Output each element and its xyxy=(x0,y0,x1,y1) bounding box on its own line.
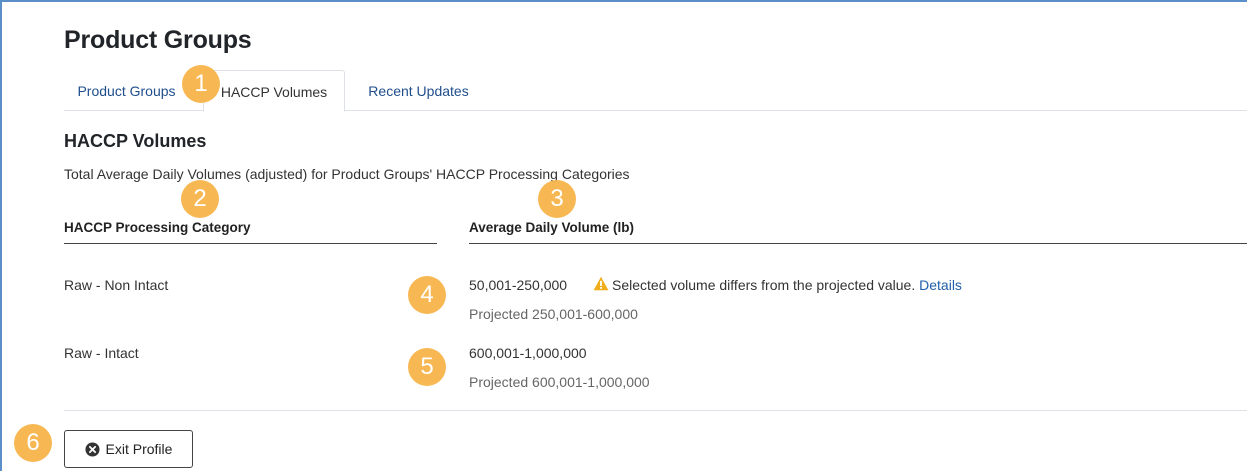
annotation-marker-4: 4 xyxy=(408,276,446,314)
details-link[interactable]: Details xyxy=(919,277,962,293)
annotation-marker-5: 5 xyxy=(408,348,446,386)
annotation-marker-3: 3 xyxy=(538,180,576,218)
column-header-volume: Average Daily Volume (lb) xyxy=(469,220,635,235)
section-title: HACCP Volumes xyxy=(64,131,207,151)
projected-volume-raw-non-intact: Projected 250,001-600,000 xyxy=(469,306,638,322)
times-circle-icon xyxy=(85,441,100,457)
row-category-raw-non-intact: Raw - Non Intact xyxy=(64,277,169,293)
annotation-marker-6: 6 xyxy=(14,424,52,462)
row-volume-raw-intact: 600,001-1,000,000 xyxy=(469,345,587,361)
row-category-raw-intact: Raw - Intact xyxy=(64,345,139,361)
warning-triangle-icon xyxy=(593,276,609,291)
header-divider-volume xyxy=(469,243,1247,244)
annotation-marker-2: 2 xyxy=(181,180,219,218)
tab-bar: Product Groups HACCP Volumes Recent Upda… xyxy=(64,70,1247,112)
row-volume-raw-non-intact: 50,001-250,000 xyxy=(469,277,568,293)
volume-warning-message: Selected volume differs from the project… xyxy=(612,277,962,293)
annotation-marker-1: 1 xyxy=(182,65,220,103)
header-divider-category xyxy=(64,243,437,244)
footer-divider xyxy=(64,410,1247,411)
tab-product-groups[interactable]: Product Groups xyxy=(64,70,189,111)
section-description: Total Average Daily Volumes (adjusted) f… xyxy=(64,166,630,182)
tab-haccp-volumes[interactable]: HACCP Volumes xyxy=(203,70,345,112)
column-header-category: HACCP Processing Category xyxy=(64,220,251,235)
projected-volume-raw-intact: Projected 600,001-1,000,000 xyxy=(469,374,650,390)
tab-recent-updates[interactable]: Recent Updates xyxy=(355,70,482,111)
exit-profile-button[interactable]: Exit Profile xyxy=(64,430,193,468)
exit-profile-label: Exit Profile xyxy=(105,441,173,457)
warning-text: Selected volume differs from the project… xyxy=(612,277,916,293)
page-title: Product Groups xyxy=(64,26,252,54)
